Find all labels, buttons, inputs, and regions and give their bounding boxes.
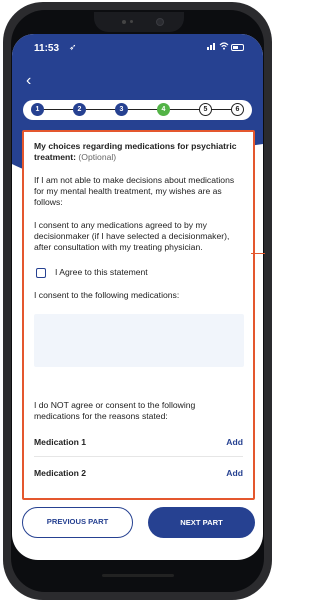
agree-row[interactable]: I Agree to this statement — [34, 267, 243, 278]
step-1[interactable]: 1 — [31, 103, 44, 116]
wifi-icon — [219, 41, 229, 54]
not-consent-label: I do NOT agree or consent to the followi… — [34, 400, 196, 421]
medication-1-label: Medication 1 — [34, 437, 87, 447]
camera-icon — [156, 18, 164, 26]
sensor-dot — [130, 20, 133, 23]
section-heading-text: My choices regarding medications for psy… — [34, 141, 237, 162]
consent-medications-input[interactable] — [34, 314, 244, 367]
app-screen: 11:53 ➶ ‹ 1 2 3 4 5 6 My choices regardi… — [12, 34, 263, 560]
progress-stepper: 1 2 3 4 5 6 — [23, 100, 252, 120]
status-bar: 11:53 ➶ — [12, 42, 263, 56]
step-4[interactable]: 4 — [157, 103, 170, 116]
callout-connector — [251, 253, 265, 254]
step-2[interactable]: 2 — [73, 103, 86, 116]
location-arrow-icon: ➶ — [69, 42, 77, 52]
consent-statement: I consent to any medications agreed to b… — [34, 220, 230, 252]
intro-text: If I am not able to make decisions about… — [34, 175, 235, 207]
back-button[interactable]: ‹ — [26, 72, 31, 90]
agree-label: I Agree to this statement — [55, 267, 148, 277]
previous-part-button[interactable]: PREVIOUS PART — [22, 507, 133, 538]
home-indicator[interactable] — [102, 574, 174, 577]
optional-tag: (Optional) — [76, 152, 117, 162]
agree-checkbox[interactable] — [36, 267, 46, 278]
notch — [94, 12, 184, 32]
medication-2-row: Medication 2 Add — [34, 467, 243, 479]
medication-choices-card: My choices regarding medications for psy… — [22, 130, 255, 500]
speaker-dot — [122, 20, 126, 24]
battery-icon — [231, 44, 244, 51]
add-medication-1-button[interactable]: Add — [226, 437, 243, 447]
row-divider — [34, 456, 243, 457]
step-5[interactable]: 5 — [199, 103, 212, 116]
status-time: 11:53 — [34, 43, 60, 54]
signal-icon — [207, 43, 215, 50]
consent-medications-label: I consent to the following medications: — [34, 290, 180, 300]
step-6[interactable]: 6 — [231, 103, 244, 116]
section-heading: My choices regarding medications for psy… — [34, 141, 243, 163]
step-3[interactable]: 3 — [115, 103, 128, 116]
add-medication-2-button[interactable]: Add — [226, 468, 243, 478]
medication-2-label: Medication 2 — [34, 468, 87, 478]
next-part-button[interactable]: NEXT PART — [148, 507, 255, 538]
medication-1-row: Medication 1 Add — [34, 436, 243, 448]
